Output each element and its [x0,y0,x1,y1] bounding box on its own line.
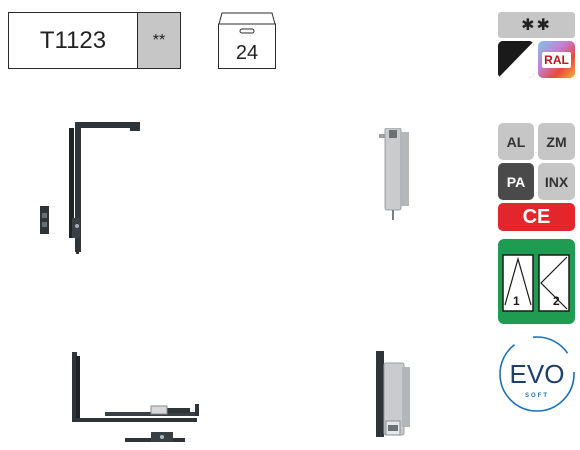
finish-color-badge [498,41,534,78]
product-grade: ** [138,13,180,68]
quality-stars-badge: ✱✱ [498,12,575,38]
evo-soft-badge: EVO SOFT [498,335,576,413]
tilt-turn-icon: 1 2 [502,254,570,312]
material-zm-badge: ZM [538,123,575,160]
lower-hinge-hardware-image [376,351,410,437]
package-quantity: 24 [235,42,259,64]
evo-label: EVO [510,359,565,389]
package-box: 24 [218,12,276,69]
product-code: T1123 [9,13,138,68]
ral-color-badge: RAL [538,41,575,78]
tilt-label-2: 2 [553,294,560,308]
hinge-hardware-image [379,128,409,220]
stay-arm-hardware-image [40,122,140,254]
tilt-turn-badge: 1 2 [498,239,575,324]
material-al-badge: AL [498,123,534,160]
ce-mark-badge: CE [498,203,575,231]
tilt-label-1: 1 [513,294,520,308]
ral-label: RAL [542,51,571,68]
material-inx-badge: INX [538,163,575,200]
material-pa-badge: PA [498,163,534,200]
evo-soft-logo: EVO SOFT [499,336,575,412]
evo-sub-label: SOFT [525,393,549,399]
black-white-finish-icon [498,41,534,78]
corner-drive-hardware-image [72,352,199,442]
product-code-box: T1123 ** [8,12,181,69]
